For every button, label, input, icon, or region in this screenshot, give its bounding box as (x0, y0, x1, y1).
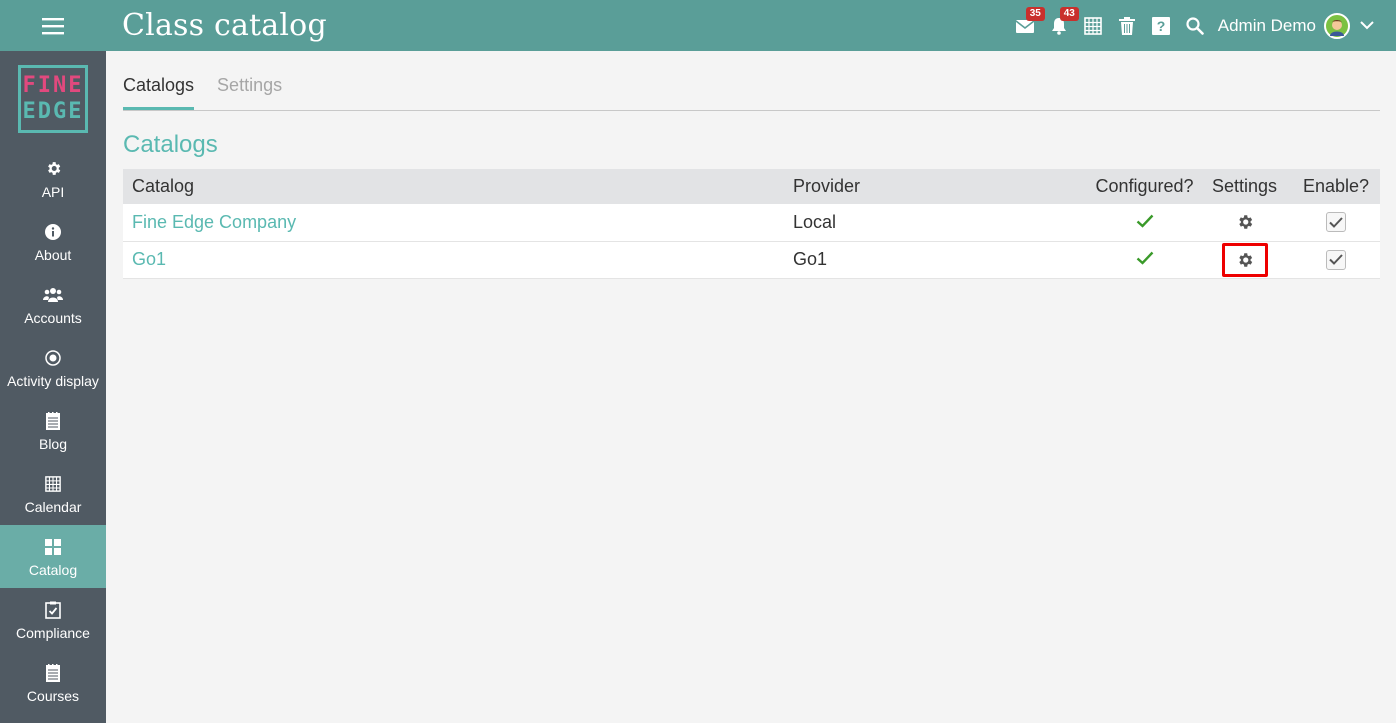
logo[interactable]: FINE EDGE (0, 51, 106, 147)
table-row: Go1 Go1 (123, 241, 1380, 278)
page-title: Class catalog (122, 8, 327, 43)
catalogs-table: Catalog Provider Configured? Settings En… (123, 169, 1380, 279)
users-icon (43, 287, 63, 302)
radio-dot-icon (45, 349, 61, 366)
check-icon (1329, 217, 1343, 228)
sidebar-item-catalog[interactable]: Catalog (0, 525, 106, 588)
notifications-button[interactable]: 43 (1042, 0, 1079, 51)
tab-bar: Catalogs Settings (123, 51, 1380, 111)
top-actions: 35 43 ? Admin Demo (1008, 0, 1374, 51)
sidebar-item-label: About (34, 246, 72, 263)
provider-cell: Local (793, 211, 837, 232)
checkmark-icon (1136, 251, 1153, 265)
catalog-link[interactable]: Go1 (132, 249, 166, 269)
table-row: Fine Edge Company Local (123, 204, 1380, 241)
grid-icon (45, 538, 61, 555)
column-header-provider: Provider (793, 176, 861, 196)
trash-icon (1118, 16, 1135, 35)
trash-button[interactable] (1110, 0, 1144, 51)
messages-button[interactable]: 35 (1008, 0, 1045, 51)
sidebar: FINE EDGE API About Accounts Activity di… (0, 51, 106, 723)
sidebar-item-about[interactable]: About (0, 210, 106, 273)
gear-icon (1238, 215, 1252, 229)
gear-icon (1238, 252, 1252, 267)
user-name[interactable]: Admin Demo (1218, 16, 1316, 36)
sidebar-item-api[interactable]: API (0, 147, 106, 210)
column-header-settings: Settings (1211, 176, 1278, 196)
top-bar: Class catalog 35 43 ? Admin Demo (0, 0, 1396, 51)
help-icon: ? (1151, 16, 1170, 35)
sidebar-item-blog[interactable]: Blog (0, 399, 106, 462)
main-content: Catalogs Settings Catalogs Catalog Provi… (123, 51, 1380, 279)
sidebar-item-courses[interactable]: Courses (0, 651, 106, 714)
notebook-icon (46, 663, 60, 682)
sidebar-item-accounts[interactable]: Accounts (0, 273, 106, 336)
hamburger-icon (42, 17, 64, 34)
tab-settings[interactable]: Settings (217, 75, 282, 110)
logo-text-edge: EDGE (22, 99, 84, 124)
gear-icon (47, 162, 60, 175)
sidebar-item-label: Blog (38, 435, 68, 452)
user-avatar[interactable] (1324, 12, 1350, 39)
sidebar-item-label: Activity display (7, 372, 99, 389)
tab-catalogs[interactable]: Catalogs (123, 75, 195, 110)
column-header-enable: Enable? (1302, 176, 1370, 196)
sidebar-item-label: Compliance (16, 624, 90, 641)
calendar-button[interactable] (1076, 0, 1110, 51)
enable-checkbox[interactable] (1326, 249, 1346, 270)
calendar-grid-icon (1083, 16, 1102, 35)
settings-button[interactable] (1222, 205, 1268, 239)
catalog-link[interactable]: Fine Edge Company (132, 212, 296, 232)
section-title: Catalogs (123, 131, 218, 158)
sidebar-item-label: Courses (26, 687, 80, 704)
logo-box: FINE EDGE (18, 65, 88, 133)
sidebar-item-calendar[interactable]: Calendar (0, 462, 106, 525)
checkmark-icon (1136, 214, 1153, 228)
sidebar-item-compliance[interactable]: Compliance (0, 588, 106, 651)
svg-text:?: ? (1156, 18, 1165, 34)
provider-cell: Go1 (793, 249, 828, 269)
sidebar-item-label: Catalog (28, 561, 78, 578)
sidebar-item-label: Accounts (24, 309, 82, 326)
check-icon (1329, 254, 1343, 265)
sidebar-item-activity-display[interactable]: Activity display (0, 336, 106, 399)
clipboard-check-icon (45, 601, 61, 619)
logo-text-fine: FINE (22, 73, 84, 98)
table-header-row: Catalog Provider Configured? Settings En… (123, 169, 1380, 204)
column-header-catalog: Catalog (132, 176, 195, 196)
help-button[interactable]: ? (1144, 0, 1178, 51)
notebook-icon (46, 411, 60, 430)
sidebar-item-label: Calendar (24, 498, 82, 515)
column-header-configured: Configured? (1095, 176, 1194, 196)
avatar-icon (1330, 19, 1344, 36)
search-icon (1186, 16, 1204, 35)
hamburger-menu-button[interactable] (0, 0, 106, 51)
sidebar-item-label: API (41, 183, 65, 200)
search-button[interactable] (1178, 0, 1212, 51)
settings-button-highlighted[interactable] (1221, 242, 1268, 277)
enable-checkbox[interactable] (1326, 212, 1346, 233)
chevron-down-icon[interactable] (1360, 21, 1374, 30)
info-icon (45, 223, 61, 240)
calendar-grid-icon (45, 475, 61, 492)
